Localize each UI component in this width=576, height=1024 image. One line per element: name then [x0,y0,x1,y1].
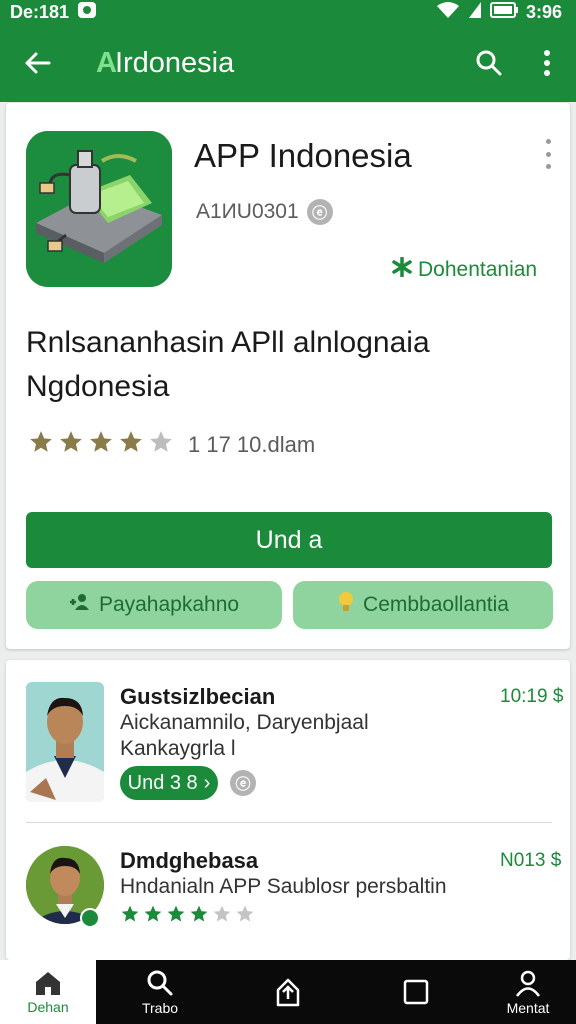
review-time: N013 $ [500,850,562,871]
nav-search[interactable]: Trabo [96,960,224,1024]
square-icon [403,979,429,1005]
nav-profile-label: Mentat [506,999,550,1016]
nav-square[interactable] [352,960,480,1024]
app-id-text: A1ИU0301 [196,200,299,223]
star-icon [235,904,255,929]
star-rating [28,429,174,460]
asterisk-icon [392,256,412,283]
wifi-icon [436,1,460,24]
nav-upload[interactable] [224,960,352,1024]
info-icon[interactable]: ⓔ [230,770,256,796]
review-text: Aickanamnilo, Daryenbjaal [120,711,369,734]
review-action-button[interactable]: Und 3 8 › [120,766,218,800]
app-more-button[interactable] [538,139,558,169]
chevron-right-icon: › [203,771,211,794]
info-icon[interactable]: ⓔ [306,199,333,225]
nav-home[interactable]: Dehan [0,960,96,1024]
star-icon [28,429,54,460]
app-description: Rnlsananhasin APll alnlognaia Ngdonesia [26,326,430,403]
app-name: APP Indonesia [194,137,412,174]
notification-icon [77,1,97,24]
overflow-menu-button[interactable] [518,24,576,102]
page-title: A Irdonesia [74,47,460,80]
star-icon [166,904,186,929]
home-icon [36,971,60,995]
arrow-left-icon [25,52,51,74]
review-action-label: Und 3 8 [127,771,198,794]
reviews-card: Gustsizlbecian 10:19 $ Aickanamnilo, Dar… [6,660,570,960]
secondary-left-label: Payahapkahno [98,593,240,616]
app-details-card: APP Indonesia A1ИU0301 ⓔ Dohentanian Rnl… [6,103,570,649]
star-icon [189,904,209,929]
search-icon [147,970,173,995]
status-time: De:181 [10,1,70,22]
star-icon [143,904,163,929]
star-icon [212,904,232,929]
status-bar: De:181 3:96 [0,0,576,24]
star-icon [88,429,114,460]
page-title-text: Irdonesia [114,46,235,79]
star-rating [120,904,255,929]
secondary-right-label: Cembbaollantia [363,593,509,616]
category-badge[interactable]: Dohentanian [392,256,538,283]
signal-icon [468,1,482,24]
rating-count: 1 17 10.dlam [188,431,316,457]
nav-home-label: Dehan [27,998,69,1015]
install-button[interactable]: Und a [26,512,552,568]
nav-search-label: Trabo [141,999,179,1016]
profile-icon [515,970,541,997]
star-icon [58,429,84,460]
app-bar: A Irdonesia [0,24,576,102]
search-icon [476,50,502,76]
person-add-icon [69,592,91,618]
battery-level: 3:96 [525,1,562,22]
review-text: Hndanialn APP Saublosr persbaltin [120,875,447,898]
category-badge-label: Dohentanian [418,258,538,281]
nav-profile[interactable]: Mentat [480,960,576,1024]
avatar[interactable] [26,682,104,802]
back-button[interactable] [0,24,74,102]
title-logo: A [96,46,117,79]
bottom-navigation: Dehan Trabo Mentat [0,960,576,1024]
upload-icon [276,978,300,1007]
star-icon [148,429,174,460]
search-button[interactable] [460,24,518,102]
star-icon [120,904,140,929]
review-text-line-2: Kankaygrla l [120,737,236,760]
review-author: Gustsizlbecian [120,684,276,709]
secondary-right-button[interactable]: Cembbaollantia [293,581,553,629]
verified-badge-icon [80,908,100,928]
more-vertical-icon [544,50,550,76]
app-id: A1ИU0301 ⓔ [196,199,333,225]
divider [26,822,552,823]
battery-icon [489,1,518,23]
app-icon [26,131,172,287]
app-rating: 1 17 10.dlam [28,429,315,460]
secondary-left-button[interactable]: Payahapkahno [26,581,282,629]
review-time: 10:19 $ [500,686,564,707]
lightbulb-icon [337,591,355,619]
review-author: Dmdghebasa [120,848,259,873]
star-icon [118,429,144,460]
